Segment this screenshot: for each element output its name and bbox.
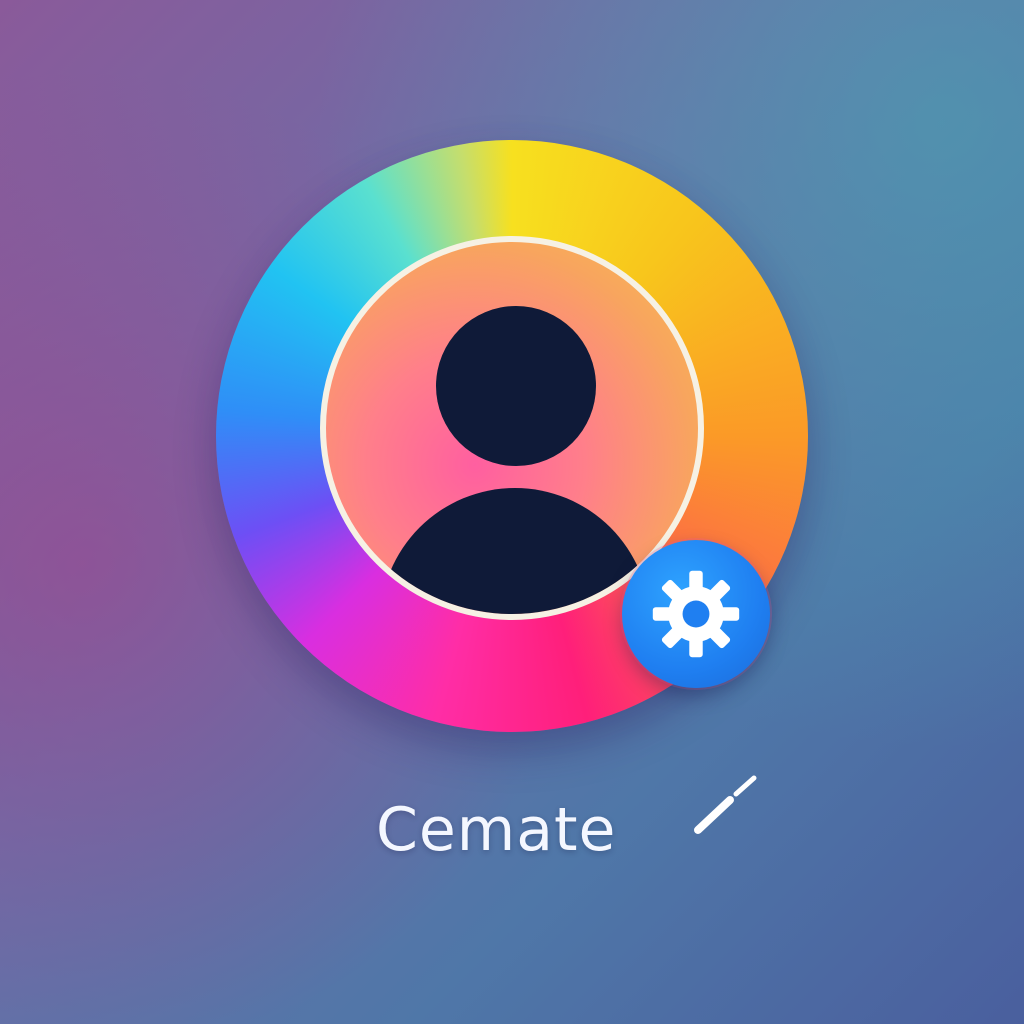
person-head-icon [436,306,596,466]
profile-canvas: Cemate [0,0,1024,1024]
pencil-icon[interactable] [688,772,768,844]
person-body-icon [380,488,650,614]
gear-icon [652,570,740,658]
settings-button[interactable] [622,540,770,688]
profile-label: Cemate [376,795,617,865]
